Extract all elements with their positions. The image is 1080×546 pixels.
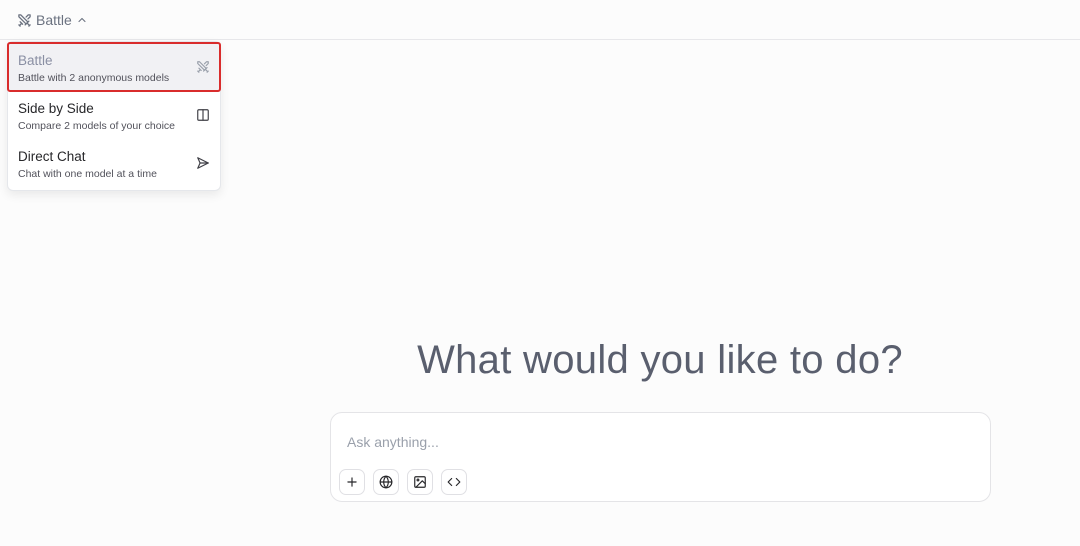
code-icon	[447, 475, 461, 489]
arena-page: Battle Battle Battle with 2 anonymous mo…	[0, 0, 1080, 546]
chat-composer	[330, 412, 991, 502]
menu-item-description: Battle with 2 anonymous models	[18, 72, 170, 84]
hero-heading: What would you like to do?	[417, 338, 903, 382]
swords-icon	[196, 60, 210, 74]
menu-item-description: Compare 2 models of your choice	[18, 120, 175, 132]
add-attachment-button[interactable]	[339, 469, 365, 495]
menu-item-battle[interactable]: Battle Battle with 2 anonymous models	[7, 42, 221, 92]
menu-item-title: Side by Side	[18, 101, 94, 116]
image-icon	[413, 475, 427, 489]
top-header: Battle	[0, 0, 1080, 40]
swords-icon	[17, 13, 32, 28]
web-search-button[interactable]	[373, 469, 399, 495]
send-icon	[196, 156, 210, 170]
mode-selector-button[interactable]: Battle	[17, 10, 88, 30]
chevron-up-icon	[76, 14, 88, 26]
menu-item-direct-chat[interactable]: Direct Chat Chat with one model at a tim…	[8, 139, 220, 187]
menu-item-title: Battle	[18, 53, 53, 68]
chat-input[interactable]	[347, 431, 967, 453]
plus-icon	[345, 475, 359, 489]
menu-item-title: Direct Chat	[18, 149, 86, 164]
code-button[interactable]	[441, 469, 467, 495]
image-generation-button[interactable]	[407, 469, 433, 495]
menu-item-description: Chat with one model at a time	[18, 168, 157, 180]
globe-icon	[379, 475, 393, 489]
columns-icon	[196, 108, 210, 122]
menu-item-side-by-side[interactable]: Side by Side Compare 2 models of your ch…	[8, 91, 220, 139]
mode-selector-label: Battle	[36, 12, 72, 28]
mode-dropdown-menu: Battle Battle with 2 anonymous models Si…	[7, 41, 221, 191]
